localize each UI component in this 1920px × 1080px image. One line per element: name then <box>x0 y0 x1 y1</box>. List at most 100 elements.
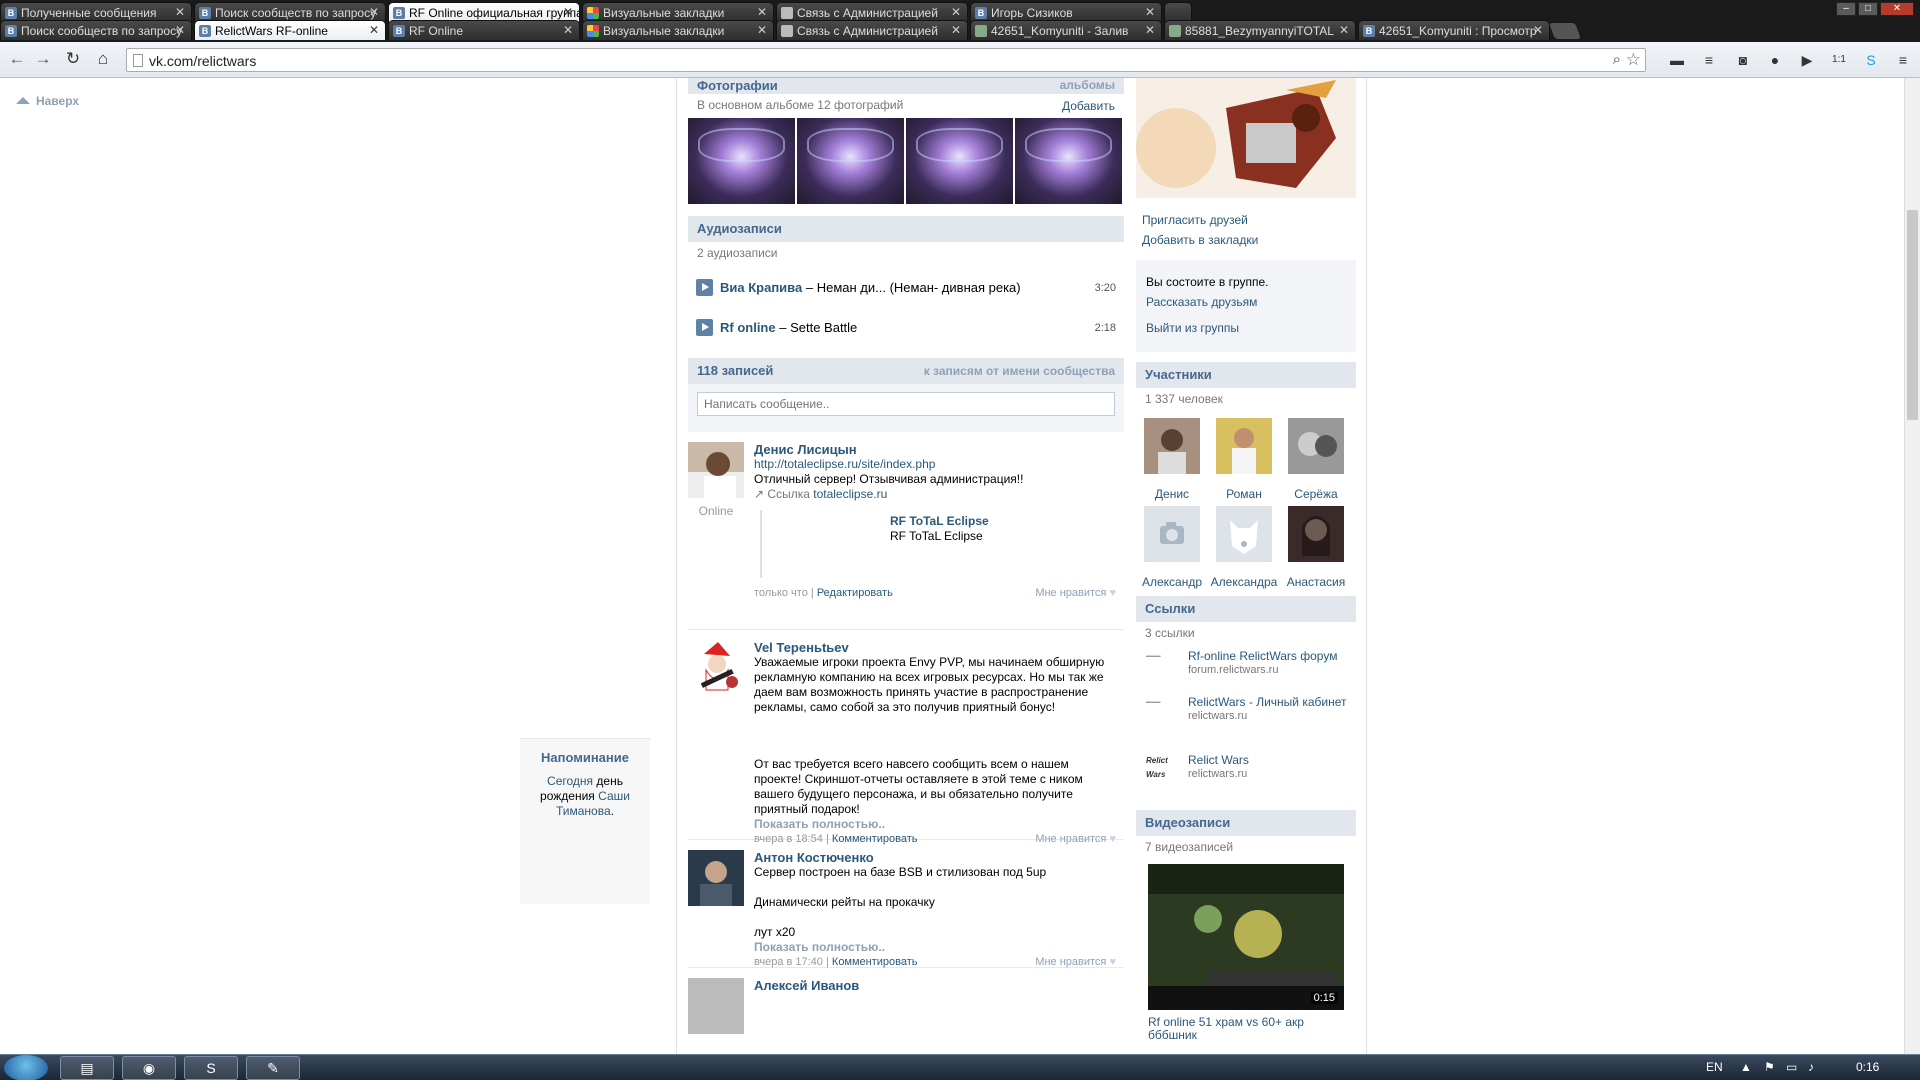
tab-close-icon[interactable]: ✕ <box>1145 5 1155 19</box>
tab-visual-bookmarks[interactable]: Визуальные закладки ✕ <box>582 2 774 22</box>
link-card-title[interactable]: RF ToTaL Eclipse <box>890 514 1116 529</box>
tab-close-icon[interactable]: ✕ <box>175 23 185 37</box>
one-to-one-icon[interactable]: 1:1 <box>1830 51 1848 69</box>
play-icon[interactable] <box>696 279 713 296</box>
tab-community-search[interactable]: В Поиск сообществ по запросу ✕ <box>194 2 386 22</box>
external-link-item[interactable]: ━━━ RelictWars - Личный кабинет relictwa… <box>1136 692 1356 750</box>
tab-close-icon[interactable]: ✕ <box>951 5 961 19</box>
leave-group-link[interactable]: Выйти из группы <box>1146 318 1346 338</box>
like-button[interactable]: Мне нравится ♥ <box>1035 586 1116 601</box>
maximize-icon[interactable]: □ <box>1858 2 1878 16</box>
track-artist[interactable]: Rf online <box>720 320 776 335</box>
member-card[interactable]: Анастасия <box>1280 506 1352 594</box>
edit-post-link[interactable]: Редактировать <box>817 587 893 599</box>
member-card[interactable]: Александра <box>1208 506 1280 594</box>
videos-header[interactable]: Видеозаписи <box>1136 810 1356 836</box>
volume-icon[interactable]: ♪ <box>1808 1060 1814 1074</box>
reload-icon[interactable]: ↻ <box>62 48 84 70</box>
bookmark-star-icon[interactable]: ☆ <box>1626 50 1641 70</box>
tab-komyuniti-view[interactable]: В 42651_Komyuniti : Просмотр ✕ <box>1358 20 1550 40</box>
avatar[interactable] <box>688 978 744 1034</box>
tab-close-icon[interactable]: ✕ <box>369 23 379 37</box>
play-icon[interactable] <box>696 319 713 336</box>
language-indicator[interactable]: EN <box>1706 1060 1723 1074</box>
avatar[interactable] <box>688 640 744 696</box>
photo-thumbnail[interactable] <box>1015 118 1122 204</box>
start-button[interactable] <box>4 1055 48 1080</box>
minimize-icon[interactable]: – <box>1836 2 1856 16</box>
tab-visual-bookmarks-2[interactable]: Визуальные закладки ✕ <box>582 20 774 40</box>
close-window-icon[interactable]: ✕ <box>1880 2 1914 16</box>
tab-komyuniti-upload[interactable]: 42651_Komyuniti - Залив ✕ <box>970 20 1162 40</box>
show-full-link[interactable]: Показать полностью.. <box>754 940 1116 955</box>
paint-taskbar-icon[interactable]: ✎ <box>246 1056 300 1080</box>
home-icon[interactable]: ⌂ <box>92 48 114 70</box>
play-icon[interactable]: ▶ <box>1798 51 1816 69</box>
tab-close-icon[interactable]: ✕ <box>757 5 767 19</box>
member-avatar[interactable] <box>1288 506 1344 562</box>
folder-icon[interactable]: ▬ <box>1668 51 1686 69</box>
tab-igor-sizikov[interactable]: В Игорь Сизиков ✕ <box>970 2 1162 22</box>
new-tab-button[interactable] <box>1549 23 1581 39</box>
avatar[interactable] <box>688 442 744 498</box>
tab-blank[interactable] <box>1164 2 1192 22</box>
network-icon[interactable]: ▭ <box>1786 1060 1797 1074</box>
tab-rf-online[interactable]: В RF Online ✕ <box>388 20 580 40</box>
explorer-taskbar-icon[interactable]: ▤ <box>60 1056 114 1080</box>
back-icon[interactable]: ← <box>6 48 28 70</box>
tab-received-messages[interactable]: В Полученные сообщения ✕ <box>0 2 192 22</box>
zoom-icon[interactable]: ⌕ <box>1613 51 1621 68</box>
stack-icon[interactable]: ≡ <box>1700 51 1718 69</box>
scrollbar-thumb[interactable] <box>1907 210 1918 420</box>
tab-close-icon[interactable]: ✕ <box>951 23 961 37</box>
photo-thumbnail[interactable] <box>688 118 795 204</box>
member-card[interactable]: Денис <box>1136 418 1208 506</box>
photo-thumbnail[interactable] <box>797 118 904 204</box>
community-avatar[interactable] <box>1136 78 1356 198</box>
members-header[interactable]: Участники <box>1136 362 1356 388</box>
tray-flag-icon[interactable]: ⚑ <box>1764 1060 1775 1074</box>
external-link-item[interactable]: ━━━ Rf-online RelictWars форум forum.rel… <box>1136 646 1356 692</box>
member-avatar[interactable] <box>1216 418 1272 474</box>
page-scrollbar[interactable] <box>1904 78 1920 1054</box>
forward-icon[interactable]: → <box>32 48 54 70</box>
post-author[interactable]: Денис Лисицын <box>754 442 1116 457</box>
add-bookmark-link[interactable]: Добавить в закладки <box>1136 230 1356 250</box>
tab-close-icon[interactable]: ✕ <box>175 5 185 19</box>
tab-close-icon[interactable]: ✕ <box>1145 23 1155 37</box>
link-preview-card[interactable]: RF ToTaL Eclipse RF ToTaL Eclipse <box>760 510 1116 578</box>
external-link-item[interactable]: Relict Wars Relict Wars relictwars.ru <box>1136 750 1356 796</box>
reminder-today-link[interactable]: Сегодня <box>547 774 593 788</box>
comment-link[interactable]: Комментировать <box>832 956 918 968</box>
invite-friends-link[interactable]: Пригласить друзей <box>1136 210 1356 230</box>
tell-friends-link[interactable]: Рассказать друзьям <box>1146 292 1346 312</box>
tab-close-icon[interactable]: ✕ <box>1339 23 1349 37</box>
post-author[interactable]: Алексей Иванов <box>754 978 1116 993</box>
tab-close-icon[interactable]: ✕ <box>757 23 767 37</box>
photo-thumbnail[interactable] <box>906 118 1013 204</box>
post-author[interactable]: Антон Костюченко <box>754 850 1116 865</box>
camera-icon[interactable]: ◙ <box>1734 51 1752 69</box>
video-title[interactable]: Rf online 51 храм vs 60+ акр бббшник <box>1148 1016 1344 1042</box>
skype-taskbar-icon[interactable]: S <box>184 1056 238 1080</box>
clock[interactable]: 0:16 <box>1856 1060 1879 1074</box>
member-card[interactable]: Александр <box>1136 506 1208 594</box>
member-avatar[interactable] <box>1144 418 1200 474</box>
dog-placeholder-icon[interactable] <box>1216 506 1272 562</box>
post-url-link[interactable]: http://totaleclipse.ru/site/index.php <box>754 457 935 471</box>
chat-icon[interactable]: ● <box>1766 51 1784 69</box>
new-post-input[interactable] <box>697 392 1115 416</box>
avatar[interactable] <box>688 850 744 906</box>
video-thumbnail[interactable]: 0:15 <box>1148 864 1344 1010</box>
member-card[interactable]: Роман <box>1208 418 1280 506</box>
tab-close-icon[interactable]: ✕ <box>563 23 573 37</box>
tab-close-icon[interactable]: ✕ <box>563 5 573 19</box>
link-domain[interactable]: totaleclipse.ru <box>813 487 887 501</box>
track-artist[interactable]: Виа Крапива <box>720 280 802 295</box>
chrome-taskbar-icon[interactable]: ◉ <box>122 1056 176 1080</box>
audio-track[interactable]: Rf online – Sette Battle 2:18 <box>688 306 1124 346</box>
tray-arrow-icon[interactable]: ▲ <box>1740 1060 1752 1074</box>
post-author[interactable]: Vel Тереньtьev <box>754 640 1116 655</box>
camera-icon[interactable] <box>1144 506 1200 562</box>
add-photo-link[interactable]: Добавить <box>1062 99 1115 113</box>
